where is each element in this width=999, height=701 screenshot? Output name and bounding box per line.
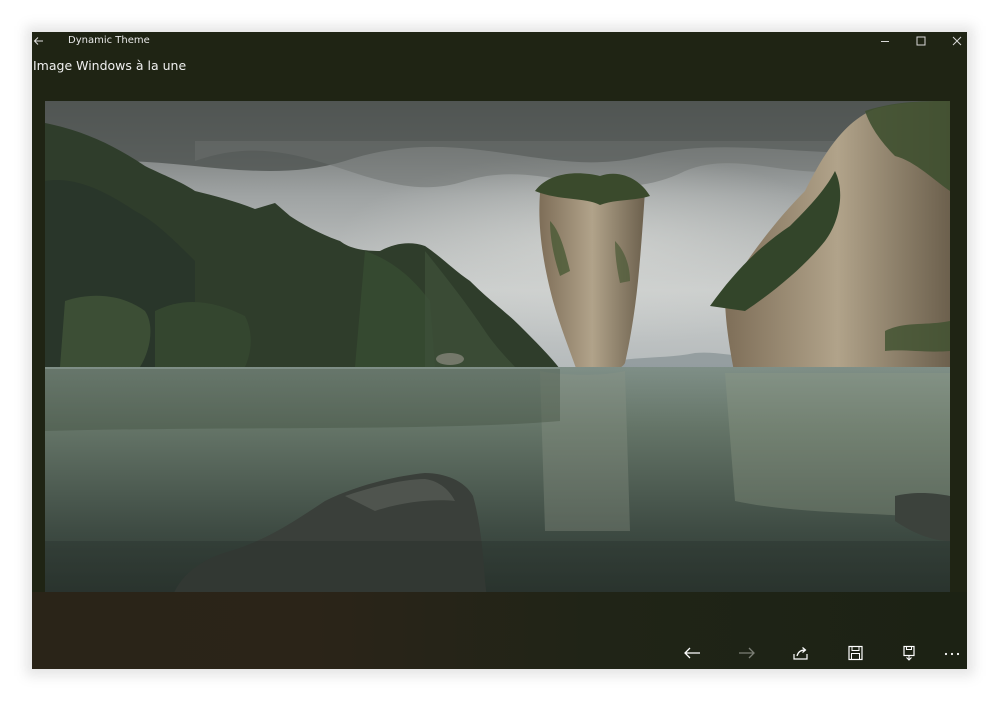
more-options-button[interactable] [937, 637, 967, 669]
next-image-button[interactable] [727, 637, 767, 669]
save-button[interactable] [836, 637, 876, 669]
arrow-left-icon [33, 37, 43, 45]
spotlight-image [45, 101, 950, 605]
previous-image-button[interactable] [672, 637, 712, 669]
arrow-left-icon [684, 647, 700, 659]
more-icon [944, 652, 960, 656]
save-icon [848, 645, 863, 661]
minimize-button[interactable] [868, 32, 902, 50]
save-as-icon [903, 645, 915, 661]
maximize-button[interactable] [904, 32, 938, 50]
maximize-icon [916, 36, 926, 46]
page-title: Image Windows à la une [33, 58, 187, 73]
share-button[interactable] [781, 637, 821, 669]
share-icon [793, 647, 808, 660]
save-as-button[interactable] [890, 637, 930, 669]
title-bar: Dynamic Theme [32, 32, 967, 50]
command-bar [32, 637, 967, 669]
seascape-photo [45, 101, 950, 605]
close-button[interactable] [940, 32, 967, 50]
back-button[interactable] [32, 32, 46, 50]
arrow-right-icon [739, 647, 755, 659]
app-window: Dynamic Theme Image Windows à la une [32, 32, 967, 669]
minimize-icon [881, 41, 889, 42]
close-icon [952, 36, 962, 46]
window-title: Dynamic Theme [68, 35, 150, 46]
